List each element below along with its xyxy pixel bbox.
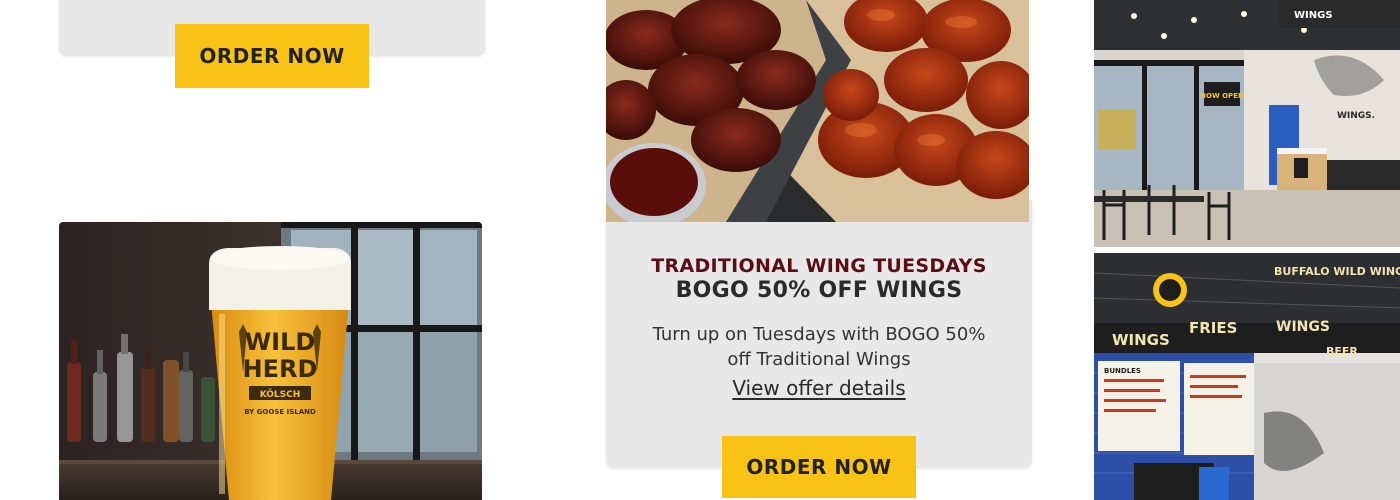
view-offer-details-link[interactable]: View offer details <box>732 376 905 400</box>
now-open-sign: NOW OPEN <box>1200 92 1244 100</box>
beer-promo-image: WILD HERD KÖLSCH BY GOOSE ISLAND <box>59 222 482 500</box>
svg-text:KÖLSCH: KÖLSCH <box>260 389 301 400</box>
svg-text:WILD: WILD <box>245 328 316 356</box>
wings-promo-image <box>606 0 1029 222</box>
store-exterior-image: NOW OPEN WINGS. WINGS <box>1094 0 1400 247</box>
svg-text:BEER: BEER <box>1326 345 1358 358</box>
offer-details-link-wrap: View offer details <box>606 376 1032 400</box>
order-now-button[interactable]: ORDER NOW <box>175 24 369 88</box>
svg-text:BY GOOSE ISLAND: BY GOOSE ISLAND <box>244 408 316 416</box>
order-now-button[interactable]: ORDER NOW <box>722 436 916 498</box>
svg-text:WINGS.: WINGS. <box>1337 111 1375 121</box>
svg-text:WINGS: WINGS <box>1112 331 1170 349</box>
promo-kicker: TRADITIONAL WING TUESDAYS <box>651 255 987 277</box>
store-interior-image: WINGS FRIES WINGS BEER BUFFALO WILD WING… <box>1094 253 1400 500</box>
svg-text:HERD: HERD <box>243 355 318 383</box>
svg-text:FRIES: FRIES <box>1189 319 1237 337</box>
svg-text:BUNDLES: BUNDLES <box>1104 367 1141 375</box>
svg-text:BUFFALO WILD WINGS: BUFFALO WILD WINGS <box>1274 265 1400 278</box>
svg-text:WINGS: WINGS <box>1294 10 1333 21</box>
svg-text:WINGS: WINGS <box>1276 319 1330 335</box>
promo-title: BOGO 50% OFF WINGS <box>675 278 963 303</box>
promo-description: Turn up on Tuesdays with BOGO 50% off Tr… <box>652 324 986 370</box>
